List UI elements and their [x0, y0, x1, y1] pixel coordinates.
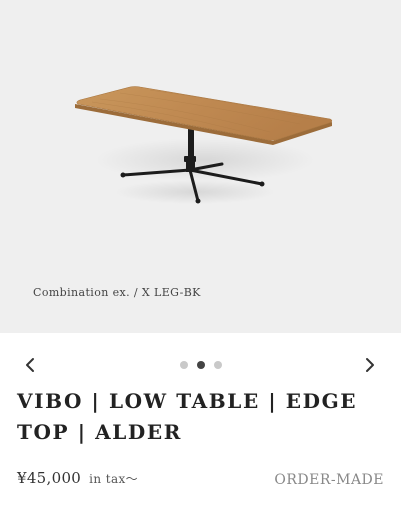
table-illustration: [75, 86, 333, 204]
price-row: ¥45,000 in tax～: [17, 469, 138, 487]
carousel-dot[interactable]: [180, 361, 188, 369]
carousel-next-button[interactable]: [359, 354, 381, 376]
product-image: Combination ex. / X LEG-BK: [0, 0, 401, 333]
chevron-left-icon: [26, 358, 34, 372]
chevron-right-icon: [366, 358, 374, 372]
product-title: VIBO | LOW TABLE | EDGE TOP | ALDER: [17, 389, 358, 444]
image-caption: Combination ex. / X LEG-BK: [33, 286, 201, 299]
carousel-pagination: [180, 361, 222, 369]
tax-note: in tax～: [89, 472, 139, 486]
carousel-prev-button[interactable]: [19, 354, 41, 376]
product-price: ¥45,000: [17, 469, 82, 487]
carousel-dot[interactable]: [214, 361, 222, 369]
carousel-dot-active[interactable]: [197, 361, 205, 369]
order-type-label: ORDER-MADE: [274, 472, 384, 488]
